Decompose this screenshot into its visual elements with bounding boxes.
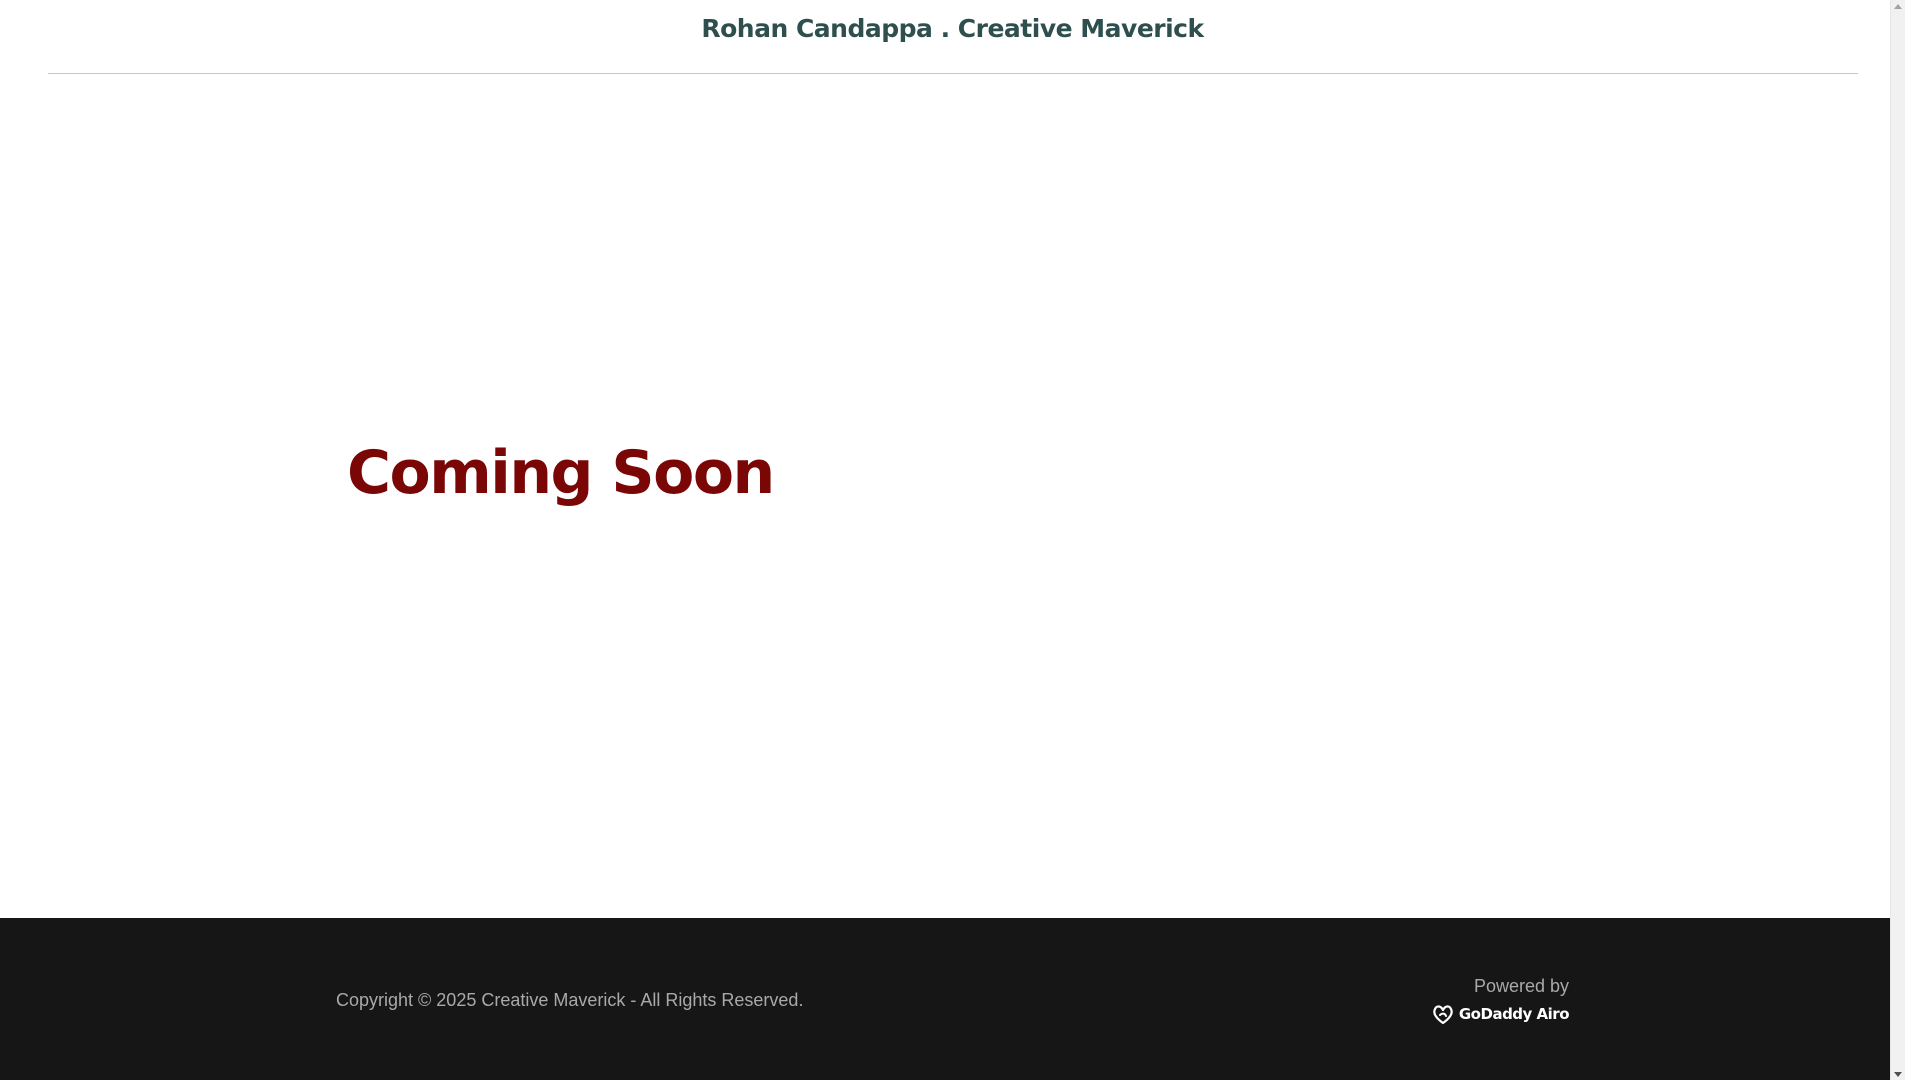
site-header: Rohan Candappa . Creative Maverick (0, 0, 1905, 75)
page: Rohan Candappa . Creative Maverick Comin… (0, 0, 1905, 1080)
copyright-text: Copyright © 2025 Creative Maverick - All… (336, 990, 804, 1010)
godaddy-airo-link[interactable]: GoDaddy Airo (1431, 1003, 1570, 1025)
site-footer: Copyright © 2025 Creative Maverick - All… (0, 918, 1905, 1080)
hero-title: Coming Soon (347, 438, 775, 508)
powered-by-label: Powered by (1473, 976, 1569, 996)
godaddy-airo-logo-text: GoDaddy Airo (1458, 1005, 1570, 1023)
scroll-down-arrow-icon[interactable] (1894, 1072, 1902, 1077)
site-title-link[interactable]: Rohan Candappa . Creative Maverick (0, 14, 1905, 43)
vertical-scrollbar[interactable] (1890, 0, 1905, 1080)
header-divider (48, 73, 1858, 74)
godaddy-logo-icon (1431, 1003, 1455, 1025)
powered-by-block: Powered by GoDaddy Airo (1431, 976, 1570, 1030)
scroll-up-arrow-icon[interactable] (1894, 4, 1902, 9)
hero-section: Coming Soon (0, 75, 1905, 918)
